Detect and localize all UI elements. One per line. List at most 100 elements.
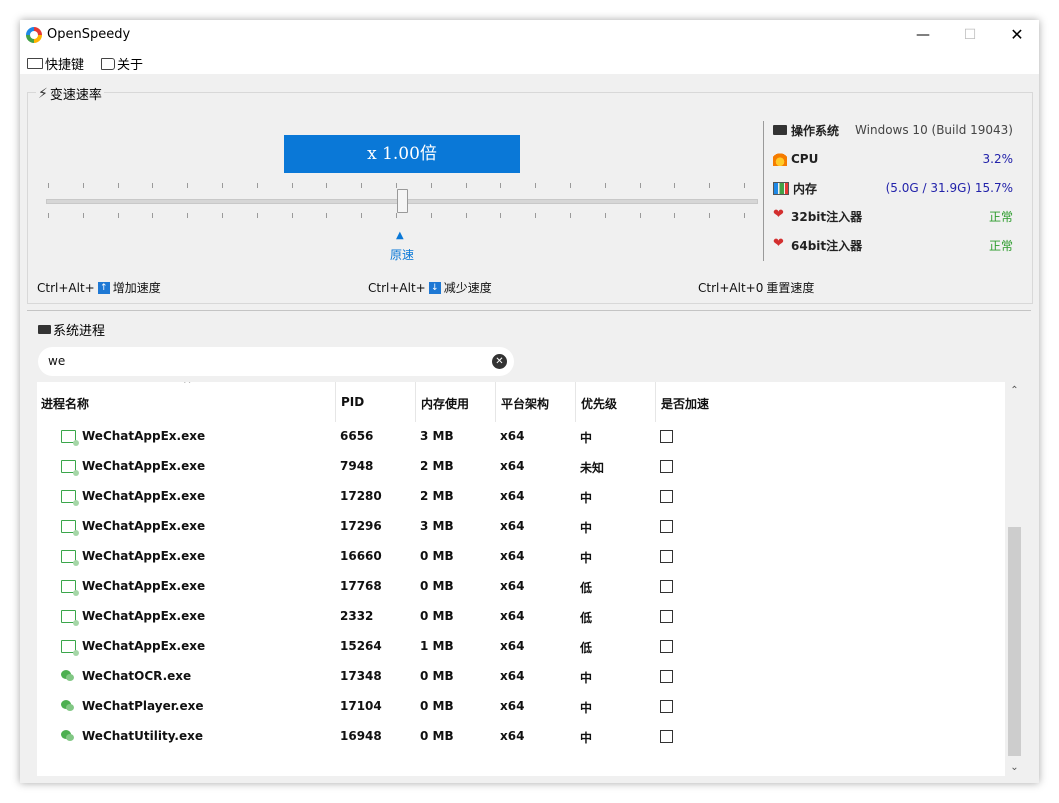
- accelerate-checkbox[interactable]: [660, 430, 673, 443]
- column-header-accelerate[interactable]: 是否加速: [661, 395, 709, 412]
- shortcut-prefix: Ctrl+Alt+0: [698, 280, 764, 295]
- column-header-arch[interactable]: 平台架构: [501, 395, 549, 412]
- column-header-memory[interactable]: 内存使用: [421, 395, 469, 412]
- table-scrollbar[interactable]: ⌃ ⌄: [1006, 382, 1023, 776]
- info-value: 正常: [988, 238, 1013, 253]
- info-value: 3.2%: [982, 152, 1014, 166]
- speed-display: x 1.00倍: [284, 135, 520, 173]
- table-row[interactable]: WeChatAppEx.exe 7948 2 MB x64 未知: [37, 452, 1005, 482]
- slider-tick: [326, 183, 327, 188]
- slider-tick: [431, 183, 432, 188]
- slider-tick: [640, 183, 641, 188]
- slider-tick: [152, 213, 153, 218]
- process-priority: 中: [580, 491, 593, 505]
- slider-tick: [257, 213, 258, 218]
- accelerate-checkbox[interactable]: [660, 700, 673, 713]
- minimize-button[interactable]: —: [900, 20, 946, 50]
- slider-tick: [222, 213, 223, 218]
- table-row[interactable]: WeChatPlayer.exe 17104 0 MB x64 中: [37, 692, 1005, 722]
- process-arch: x64: [500, 669, 525, 683]
- table-row[interactable]: WeChatAppEx.exe 6656 3 MB x64 中: [37, 422, 1005, 452]
- speed-slider-thumb[interactable]: [397, 189, 408, 213]
- keyboard-icon: [27, 58, 43, 69]
- accelerate-checkbox[interactable]: [660, 490, 673, 503]
- slider-tick: [361, 213, 362, 218]
- slider-tick: [152, 183, 153, 188]
- app-window-icon: [61, 460, 79, 476]
- process-name: WeChatAppEx.exe: [82, 429, 206, 443]
- arrow-down-icon: ↓: [428, 281, 441, 294]
- accelerate-checkbox[interactable]: [660, 460, 673, 473]
- fire-icon: [773, 152, 787, 166]
- title-bar[interactable]: OpenSpeedy — ☐ ✕: [20, 20, 1039, 50]
- process-name: WeChatOCR.exe: [82, 669, 192, 683]
- process-priority: 中: [580, 731, 593, 745]
- process-name: WeChatAppEx.exe: [82, 459, 206, 473]
- scroll-down-icon[interactable]: ⌄: [1006, 759, 1023, 776]
- slider-tick: [187, 183, 188, 188]
- process-priority: 未知: [580, 461, 605, 475]
- slider-tick: [118, 213, 119, 218]
- column-header-name[interactable]: 进程名称: [41, 395, 89, 412]
- table-row[interactable]: WeChatAppEx.exe 17280 2 MB x64 中: [37, 482, 1005, 512]
- slider-tick: [83, 183, 84, 188]
- process-memory: 3 MB: [420, 429, 454, 443]
- slider-tick: [605, 213, 606, 218]
- process-priority: 中: [580, 521, 593, 535]
- origin-label: 原速: [390, 248, 415, 262]
- sort-caret-icon: ^: [183, 382, 192, 390]
- maximize-button[interactable]: ☐: [947, 20, 993, 50]
- origin-marker-icon: ▲: [396, 230, 404, 241]
- column-divider[interactable]: [655, 382, 656, 422]
- table-row[interactable]: WeChatUtility.exe 16948 0 MB x64 中: [37, 722, 1005, 752]
- process-arch: x64: [500, 459, 525, 473]
- close-button[interactable]: ✕: [994, 20, 1039, 50]
- info-divider: [763, 121, 764, 261]
- slider-tick: [535, 213, 536, 218]
- shortcut-decrease: Ctrl+Alt+ ↓ 减少速度: [368, 279, 492, 296]
- scroll-up-icon[interactable]: ⌃: [1006, 382, 1023, 399]
- shortcut-prefix: Ctrl+Alt+: [37, 280, 95, 295]
- process-arch: x64: [500, 579, 525, 593]
- accelerate-checkbox[interactable]: [660, 550, 673, 563]
- process-priority: 中: [580, 431, 593, 445]
- process-pid: 16948: [340, 729, 382, 743]
- search-box[interactable]: ✕: [38, 347, 514, 376]
- slider-tick: [605, 183, 606, 188]
- process-arch: x64: [500, 519, 525, 533]
- process-priority: 中: [580, 671, 593, 685]
- app-window-icon: [61, 640, 79, 656]
- search-input[interactable]: [48, 353, 478, 369]
- process-name: WeChatAppEx.exe: [82, 489, 206, 503]
- table-row[interactable]: WeChatAppEx.exe 17768 0 MB x64 低: [37, 572, 1005, 602]
- slider-tick: [744, 213, 745, 218]
- accelerate-checkbox[interactable]: [660, 520, 673, 533]
- process-priority: 低: [580, 611, 593, 625]
- menu-about[interactable]: 关于: [101, 54, 143, 73]
- slider-tick: [640, 213, 641, 218]
- table-row[interactable]: WeChatAppEx.exe 15264 1 MB x64 低: [37, 632, 1005, 662]
- app-window-icon: [61, 430, 79, 446]
- process-pid: 16660: [340, 549, 382, 563]
- slider-tick: [535, 183, 536, 188]
- scrollbar-thumb[interactable]: [1008, 527, 1021, 756]
- column-divider[interactable]: [575, 382, 576, 422]
- process-memory: 3 MB: [420, 519, 454, 533]
- column-header-pid[interactable]: PID: [341, 395, 364, 409]
- accelerate-checkbox[interactable]: [660, 580, 673, 593]
- column-divider[interactable]: [415, 382, 416, 422]
- accelerate-checkbox[interactable]: [660, 640, 673, 653]
- menu-about-label: 关于: [117, 58, 144, 73]
- table-row[interactable]: WeChatAppEx.exe 16660 0 MB x64 中: [37, 542, 1005, 572]
- table-row[interactable]: WeChatAppEx.exe 17296 3 MB x64 中: [37, 512, 1005, 542]
- column-divider[interactable]: [495, 382, 496, 422]
- table-row[interactable]: WeChatAppEx.exe 2332 0 MB x64 低: [37, 602, 1005, 632]
- accelerate-checkbox[interactable]: [660, 610, 673, 623]
- clear-search-icon[interactable]: ✕: [492, 354, 507, 369]
- accelerate-checkbox[interactable]: [660, 730, 673, 743]
- accelerate-checkbox[interactable]: [660, 670, 673, 683]
- column-header-priority[interactable]: 优先级: [581, 395, 617, 412]
- menu-hotkeys[interactable]: 快捷键: [27, 54, 84, 73]
- column-divider[interactable]: [335, 382, 336, 422]
- table-row[interactable]: WeChatOCR.exe 17348 0 MB x64 中: [37, 662, 1005, 692]
